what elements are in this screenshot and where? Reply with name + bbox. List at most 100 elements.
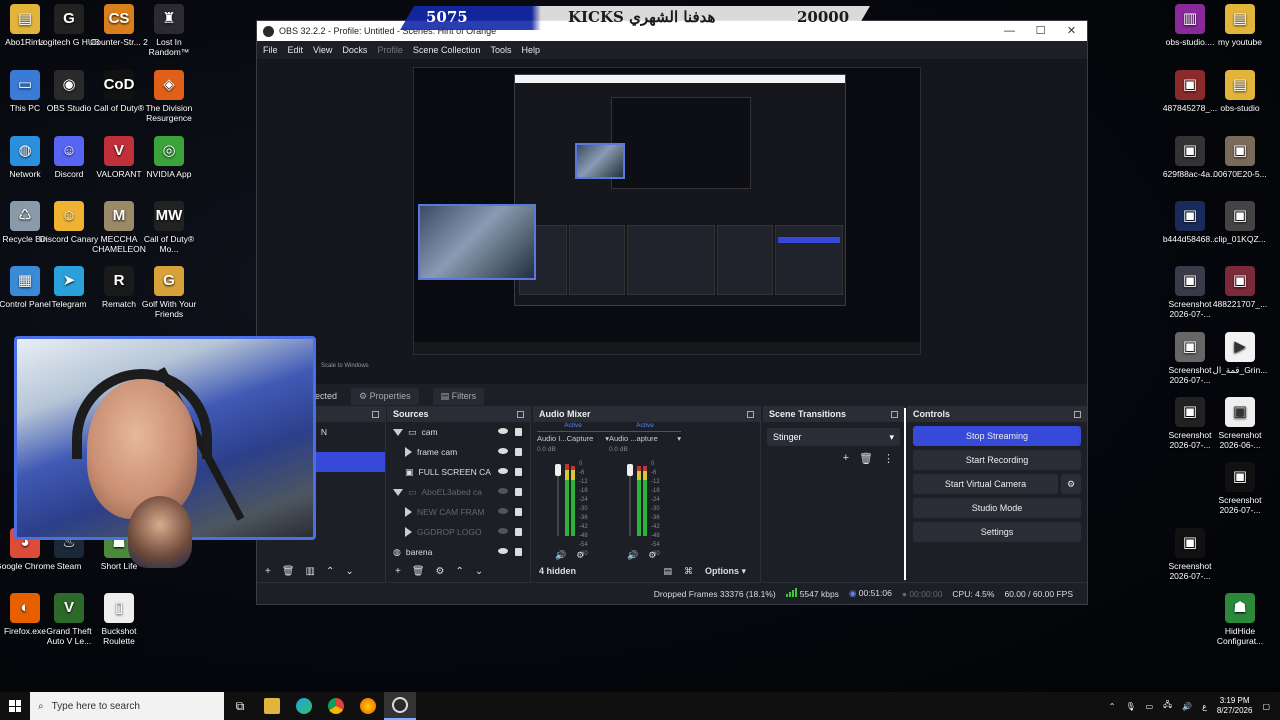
volume-fader[interactable]	[627, 464, 633, 476]
language-indicator[interactable]: ع	[1202, 702, 1207, 711]
desktop-icon[interactable]: ◎ NVIDIA App	[137, 136, 201, 179]
volume-icon[interactable]: 🔊	[1182, 702, 1192, 711]
source-item[interactable]: ◍ barena	[387, 542, 530, 562]
eye-icon[interactable]	[498, 468, 508, 474]
lock-icon[interactable]	[515, 528, 522, 536]
stop-streaming-button[interactable]: Stop Streaming	[913, 426, 1081, 446]
expand-icon[interactable]	[393, 488, 403, 496]
dock-popout-icon[interactable]	[372, 410, 379, 418]
desktop-icon[interactable]: ▶ قمة_ال_Grin...	[1208, 332, 1272, 375]
lock-icon[interactable]	[515, 548, 522, 556]
desktop-icon[interactable]: ▣ clip_01KQZ...	[1208, 201, 1272, 244]
scene-filters-button[interactable]: ▥	[306, 566, 315, 577]
menu-scene-collection[interactable]: Scene Collection	[413, 45, 481, 55]
properties-button[interactable]: ⚙ Properties	[351, 387, 419, 405]
desktop-icon[interactable]: ▯ Buckshot Roulette	[87, 593, 151, 646]
close-button[interactable]: ✕	[1056, 21, 1087, 41]
desktop-icon[interactable]: MW Call of Duty® Mo...	[137, 201, 201, 254]
start-recording-button[interactable]: Start Recording	[913, 450, 1081, 470]
menu-edit[interactable]: Edit	[288, 45, 304, 55]
source-item[interactable]: ▭ cam	[387, 422, 530, 442]
desktop-icon[interactable]: ▣ Screenshot 2026-07-...	[1158, 528, 1222, 581]
source-down-button[interactable]: ⌄	[475, 566, 483, 577]
virtual-camera-settings-button[interactable]: ⚙	[1061, 474, 1081, 494]
lock-icon[interactable]	[515, 488, 522, 496]
battery-icon[interactable]: ▭	[1146, 702, 1154, 711]
remove-transition-button[interactable]: 🗑	[859, 452, 873, 465]
dock-popout-icon[interactable]	[747, 410, 754, 418]
menu-docks[interactable]: Docks	[342, 45, 367, 55]
scene-down-button[interactable]: ⌄	[345, 566, 353, 577]
source-item[interactable]: GGDROP LOGO	[387, 522, 530, 542]
eye-hidden-icon[interactable]	[498, 528, 508, 534]
menu-profile[interactable]: Profile	[377, 45, 403, 55]
desktop-icon[interactable]: ◈ The Division Resurgence	[137, 70, 201, 123]
lock-icon[interactable]	[515, 468, 522, 476]
desktop-icon[interactable]: ▣ Screenshot 2026-07-...	[1208, 462, 1272, 515]
desktop-icon[interactable]: ▤ obs-studio	[1208, 70, 1272, 113]
clock[interactable]: 3:19 PM 8/27/2026	[1217, 696, 1253, 716]
eye-hidden-icon[interactable]	[498, 508, 508, 514]
source-item[interactable]: ▣ FULL SCREEN CA	[387, 462, 530, 482]
dock-popout-icon[interactable]	[891, 410, 898, 418]
desktop-icon[interactable]: ▣ Screenshot 2026-06-...	[1208, 397, 1272, 450]
expand-icon[interactable]	[393, 428, 403, 436]
desktop-icon[interactable]: ♜ Lost In Random™	[137, 4, 201, 57]
maximize-button[interactable]: ☐	[1025, 21, 1056, 41]
lock-icon[interactable]	[515, 508, 522, 516]
dock-popout-icon[interactable]	[517, 410, 524, 418]
source-item[interactable]: frame cam	[387, 442, 530, 462]
settings-button[interactable]: Settings	[913, 522, 1081, 542]
desktop-icon[interactable]: ▣ 00670E20-5...	[1208, 136, 1272, 179]
dock-popout-icon[interactable]	[1074, 410, 1081, 418]
mixer-link-icon[interactable]: ⌘	[684, 566, 693, 577]
scene-up-button[interactable]: ⌃	[326, 566, 334, 577]
file-explorer-icon[interactable]	[256, 692, 288, 720]
menu-view[interactable]: View	[313, 45, 332, 55]
source-settings-button[interactable]: ⚙	[436, 566, 445, 577]
microphone-icon[interactable]: 🎙	[1125, 702, 1135, 711]
eye-icon[interactable]	[498, 428, 508, 434]
source-item[interactable]: ▭ AboEL3abed ca	[387, 482, 530, 502]
lock-icon[interactable]	[515, 448, 522, 456]
remove-source-button[interactable]: 🗑	[412, 566, 425, 577]
hidden-count[interactable]: 4 hidden	[539, 566, 576, 576]
menu-help[interactable]: Help	[521, 45, 540, 55]
menu-tools[interactable]: Tools	[490, 45, 511, 55]
edge-icon[interactable]	[288, 692, 320, 720]
desktop-icon[interactable]: ▣ 488221707_...	[1208, 266, 1272, 309]
eye-icon[interactable]	[498, 548, 508, 554]
transition-menu-button[interactable]: ⋮	[883, 452, 894, 465]
taskbar-search[interactable]: ⌕ Type here to search	[30, 692, 224, 720]
source-up-button[interactable]: ⌃	[456, 566, 464, 577]
source-item[interactable]: NEW CAM FRAM	[387, 502, 530, 522]
chevron-up-icon[interactable]: ⌃	[1109, 702, 1116, 711]
mixer-layout-icon[interactable]: ▤	[663, 566, 672, 577]
start-virtual-camera-button[interactable]: Start Virtual Camera	[913, 474, 1058, 494]
notification-icon[interactable]: ▢	[1262, 702, 1270, 711]
obs-taskbar-icon[interactable]	[384, 692, 416, 720]
filters-button[interactable]: ▤ Filters	[432, 387, 485, 405]
desktop-icon[interactable]: G Golf With Your Friends	[137, 266, 201, 319]
add-transition-button[interactable]: +	[843, 452, 849, 465]
firefox-icon[interactable]	[352, 692, 384, 720]
transition-select[interactable]: Stinger ▾	[767, 428, 900, 446]
program-preview[interactable]	[413, 67, 921, 355]
volume-fader[interactable]	[555, 464, 561, 476]
eye-hidden-icon[interactable]	[498, 488, 508, 494]
studio-mode-button[interactable]: Studio Mode	[913, 498, 1081, 518]
add-scene-button[interactable]: +	[265, 566, 271, 577]
minimize-button[interactable]: —	[994, 21, 1025, 41]
channel-menu-icon[interactable]: ▾	[677, 434, 681, 443]
menu-file[interactable]: File	[263, 45, 278, 55]
mixer-options-button[interactable]: Options ▾	[705, 566, 746, 577]
start-button[interactable]	[0, 692, 30, 720]
desktop-icon[interactable]: ▤ my youtube	[1208, 4, 1272, 47]
network-icon[interactable]: 🖧	[1163, 699, 1172, 713]
add-source-button[interactable]: +	[395, 566, 401, 577]
eye-icon[interactable]	[498, 448, 508, 454]
task-view-icon[interactable]: ⧉	[224, 692, 256, 720]
remove-scene-button[interactable]: 🗑	[282, 566, 295, 577]
chrome-icon[interactable]	[320, 692, 352, 720]
lock-icon[interactable]	[515, 428, 522, 436]
